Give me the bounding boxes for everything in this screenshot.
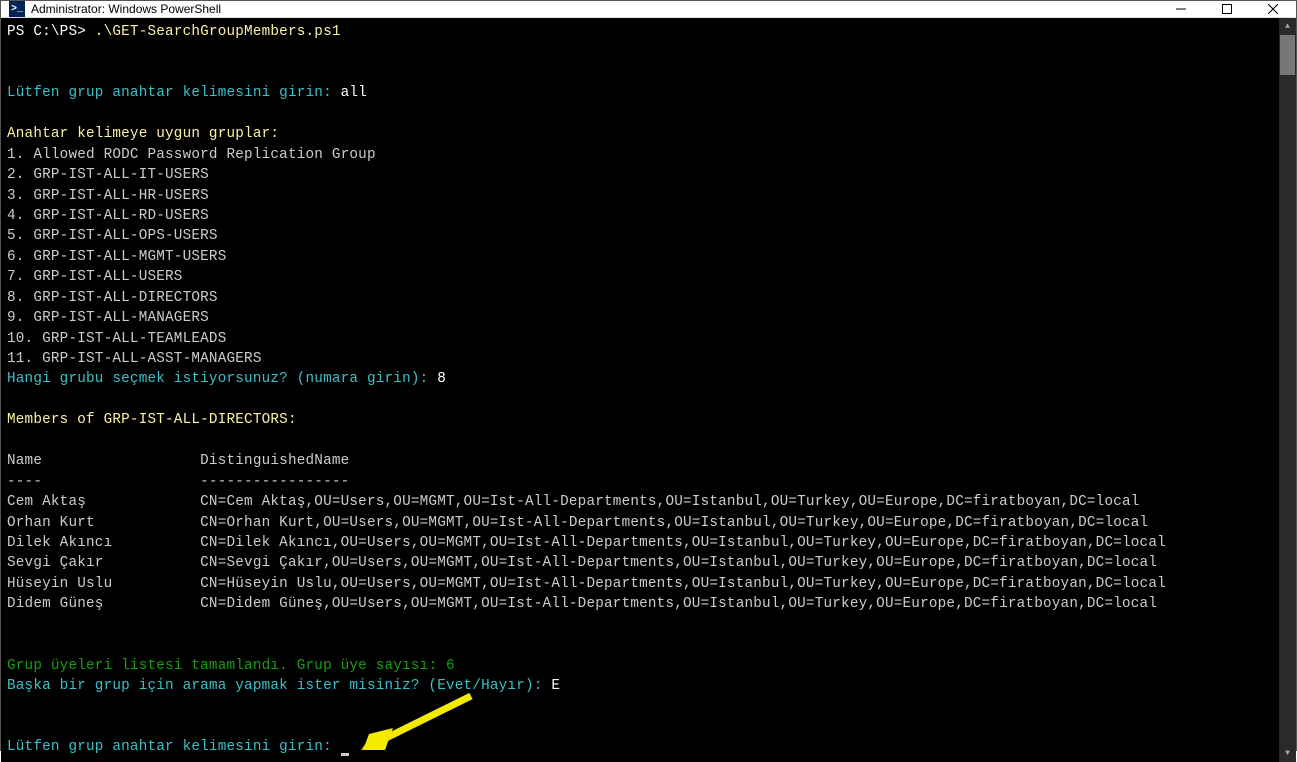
table-row: Cem Aktaş CN=Cem Aktaş,OU=Users,OU=MGMT,… — [7, 492, 1273, 512]
search-again-line: Başka bir grup için arama yapmak ister m… — [7, 676, 1273, 696]
table-row: Didem Güneş CN=Didem Güneş,OU=Users,OU=M… — [7, 594, 1273, 614]
keyword-input-line: Lütfen grup anahtar kelimesini girin: al… — [7, 83, 1273, 103]
maximize-button[interactable] — [1204, 1, 1250, 17]
group-list-item: 8. GRP-IST-ALL-DIRECTORS — [7, 288, 1273, 308]
cursor — [341, 753, 349, 756]
completed-line: Grup üyeleri listesi tamamlandı. Grup üy… — [7, 656, 1273, 676]
group-list-item: 11. GRP-IST-ALL-ASST-MANAGERS — [7, 349, 1273, 369]
table-row: Hüseyin Uslu CN=Hüseyin Uslu,OU=Users,OU… — [7, 574, 1273, 594]
close-button[interactable] — [1250, 1, 1296, 17]
table-header: Name DistinguishedName — [7, 451, 1273, 471]
members-header: Members of GRP-IST-ALL-DIRECTORS: — [7, 410, 1273, 430]
group-list-item: 4. GRP-IST-ALL-RD-USERS — [7, 206, 1273, 226]
groups-header: Anahtar kelimeye uygun gruplar: — [7, 124, 1273, 144]
select-group-line: Hangi grubu seçmek istiyorsunuz? (numara… — [7, 369, 1273, 389]
keyword-input-line-2[interactable]: Lütfen grup anahtar kelimesini girin: — [7, 737, 1273, 757]
scroll-down-icon[interactable]: ▼ — [1279, 745, 1296, 762]
group-list-item: 1. Allowed RODC Password Replication Gro… — [7, 145, 1273, 165]
scrollbar-thumb[interactable] — [1280, 35, 1295, 75]
group-list-item: 2. GRP-IST-ALL-IT-USERS — [7, 165, 1273, 185]
window-controls — [1158, 1, 1296, 17]
window-title: Administrator: Windows PowerShell — [31, 2, 1158, 16]
table-row: Dilek Akıncı CN=Dilek Akıncı,OU=Users,OU… — [7, 533, 1273, 553]
powershell-icon: >_ — [9, 1, 25, 17]
terminal-area[interactable]: PS C:\PS> .\GET-SearchGroupMembers.ps1 L… — [1, 18, 1279, 762]
table-row: Sevgi Çakır CN=Sevgi Çakır,OU=Users,OU=M… — [7, 553, 1273, 573]
table-row: Orhan Kurt CN=Orhan Kurt,OU=Users,OU=MGM… — [7, 513, 1273, 533]
group-list-item: 3. GRP-IST-ALL-HR-USERS — [7, 186, 1273, 206]
group-list-item: 10. GRP-IST-ALL-TEAMLEADS — [7, 329, 1273, 349]
group-list-item: 5. GRP-IST-ALL-OPS-USERS — [7, 226, 1273, 246]
group-list-item: 7. GRP-IST-ALL-USERS — [7, 267, 1273, 287]
powershell-window: >_ Administrator: Windows PowerShell PS … — [0, 0, 1297, 751]
scroll-up-icon[interactable]: ▲ — [1279, 18, 1296, 35]
group-list-item: 9. GRP-IST-ALL-MANAGERS — [7, 308, 1273, 328]
minimize-button[interactable] — [1158, 1, 1204, 17]
table-divider: ---- ----------------- — [7, 472, 1273, 492]
group-list-item: 6. GRP-IST-ALL-MGMT-USERS — [7, 247, 1273, 267]
scrollbar[interactable]: ▲ ▼ — [1279, 18, 1296, 762]
prompt-line: PS C:\PS> .\GET-SearchGroupMembers.ps1 — [7, 22, 1273, 42]
titlebar[interactable]: >_ Administrator: Windows PowerShell — [1, 1, 1296, 18]
